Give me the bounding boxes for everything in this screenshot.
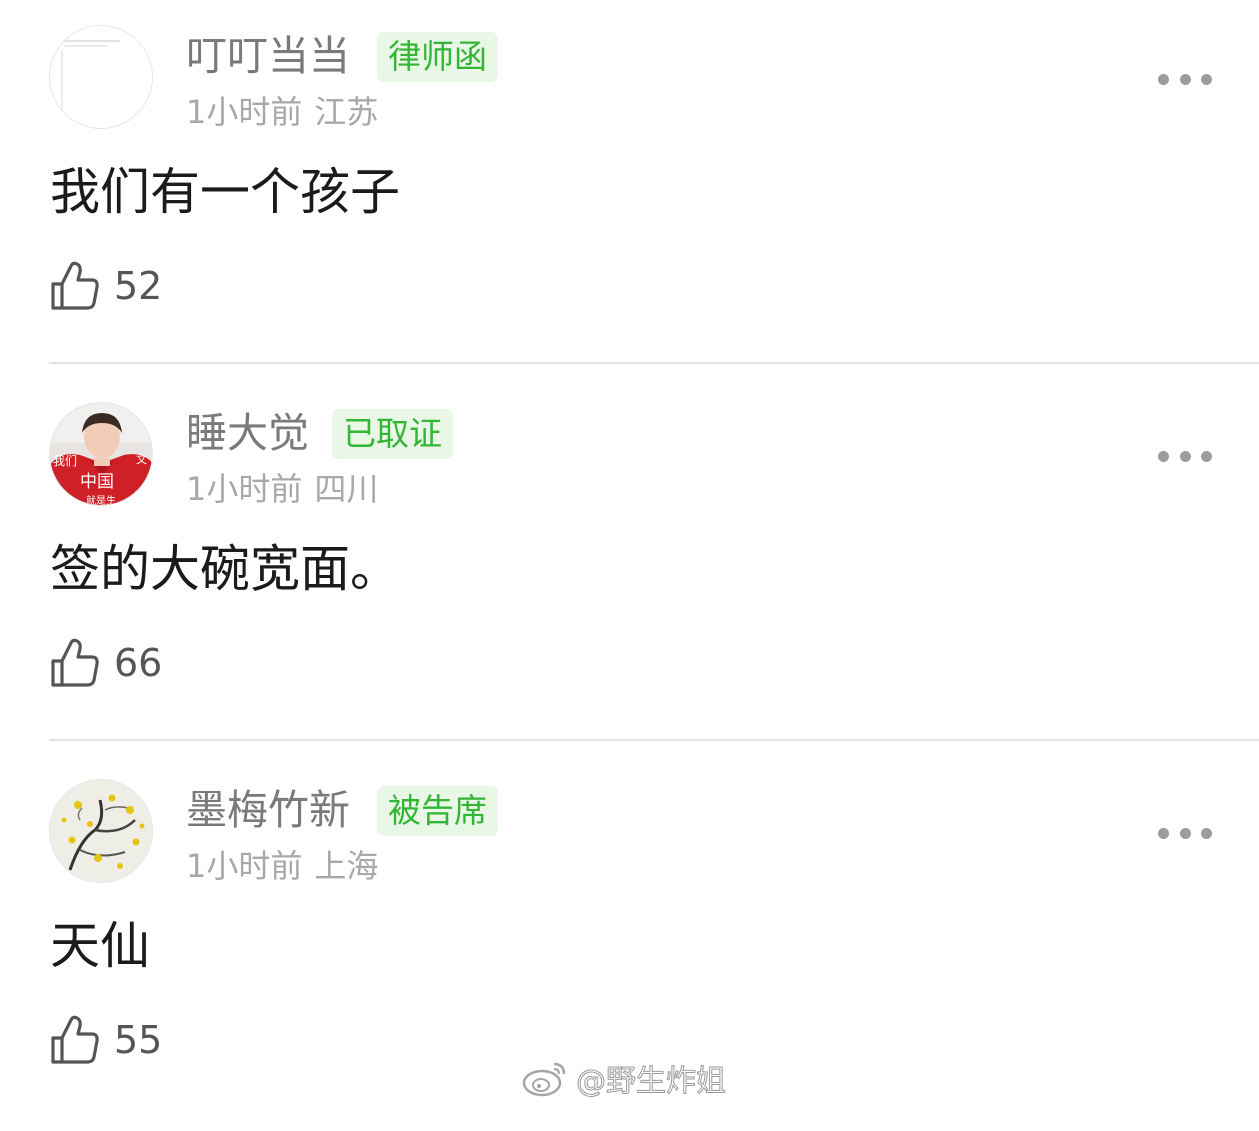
avatar[interactable] <box>49 25 153 129</box>
comment-meta: 1小时前 江苏 <box>186 90 378 134</box>
dot-icon <box>1179 450 1191 462</box>
avatar[interactable] <box>49 779 153 883</box>
dot-icon <box>1158 73 1169 85</box>
comment-text: 签的大碗宽面。 <box>50 540 400 598</box>
dot-icon <box>1201 827 1212 839</box>
dot-icon <box>1158 450 1169 462</box>
comment-meta: 1小时前 四川 <box>186 467 378 511</box>
thumbs-up-icon <box>51 261 99 310</box>
dot-icon <box>1179 73 1191 85</box>
dot-icon <box>1201 73 1212 85</box>
dot-icon <box>1179 827 1191 839</box>
avatar-caption: 我们 <box>53 453 77 468</box>
user-badge: 被告席 <box>377 786 498 836</box>
avatar-caption: 中国 <box>80 472 114 492</box>
weibo-icon <box>522 1062 566 1097</box>
comment-meta: 1小时前 上海 <box>186 844 378 888</box>
divider <box>49 739 1259 741</box>
username[interactable]: 睡大觉 <box>186 407 309 459</box>
blank-document-avatar-image <box>50 26 152 128</box>
like-count: 52 <box>114 264 163 308</box>
more-options-button[interactable] <box>1158 447 1212 465</box>
comment-location: 上海 <box>314 847 379 885</box>
comment-time: 1小时前 <box>186 93 303 131</box>
like-button[interactable]: 66 <box>50 633 162 693</box>
comment-location: 江苏 <box>314 93 379 131</box>
divider <box>49 362 1259 364</box>
user-badge: 律师函 <box>377 32 498 82</box>
comment-time: 1小时前 <box>186 470 303 508</box>
like-button[interactable]: 52 <box>50 256 162 316</box>
more-options-button[interactable] <box>1158 824 1212 842</box>
watermark: @野生炸姐 <box>522 1056 727 1100</box>
avatar-caption: 就是生 <box>86 494 116 506</box>
like-count: 66 <box>114 641 163 685</box>
comment-location: 四川 <box>314 470 379 508</box>
like-button[interactable]: 55 <box>50 1010 162 1070</box>
ink-painting-avatar-image <box>50 780 152 882</box>
thumbs-up-icon <box>51 638 99 687</box>
user-badge: 已取证 <box>332 409 453 459</box>
comment-text: 天仙 <box>50 917 150 975</box>
username[interactable]: 叮叮当当 <box>186 30 350 82</box>
avatar-caption: 文 <box>136 452 147 466</box>
watermark-text: @野生炸姐 <box>576 1064 727 1100</box>
avatar[interactable]: 我们 文 中国 就是生 <box>49 402 153 506</box>
comment-item: 我们 文 中国 就是生 睡大觉 已取证 1小时前 四川 签的大碗宽面。 66 <box>0 377 1259 754</box>
username[interactable]: 墨梅竹新 <box>186 784 350 836</box>
dot-icon <box>1201 450 1212 462</box>
more-options-button[interactable] <box>1158 70 1212 88</box>
comment-text: 我们有一个孩子 <box>50 163 400 221</box>
thumbs-up-icon <box>51 1015 99 1064</box>
dot-icon <box>1158 827 1169 839</box>
comment-time: 1小时前 <box>186 847 303 885</box>
person-avatar-image: 我们 文 中国 就是生 <box>50 403 152 506</box>
like-count: 55 <box>114 1018 163 1062</box>
comment-item: 叮叮当当 律师函 1小时前 江苏 我们有一个孩子 52 <box>0 0 1259 377</box>
